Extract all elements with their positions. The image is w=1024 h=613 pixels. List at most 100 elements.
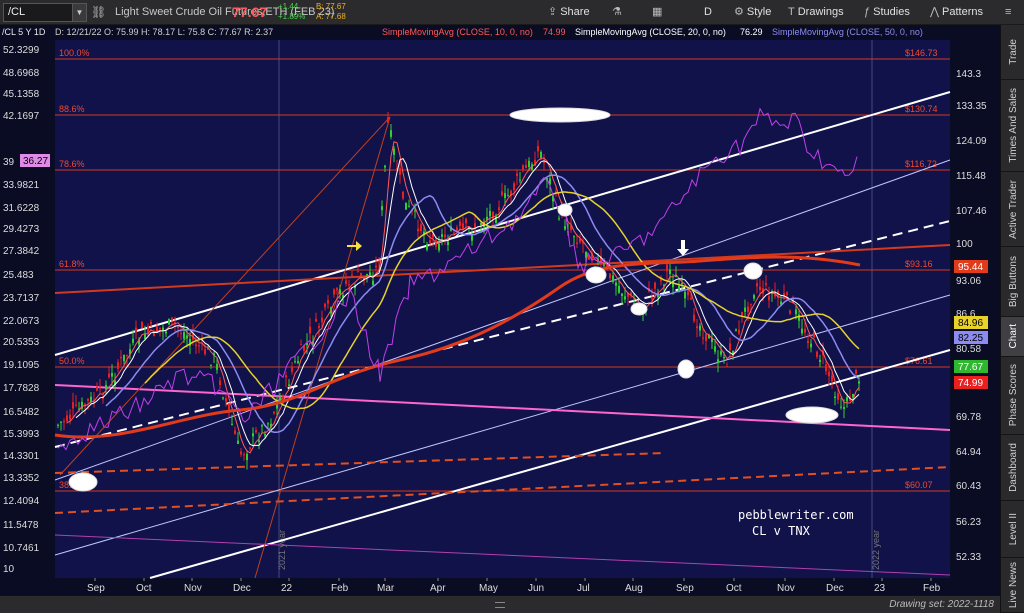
annotation-ellipse[interactable] (743, 262, 763, 280)
candle-body (282, 396, 284, 399)
candle-body (186, 335, 188, 339)
tab-times-and-sales[interactable]: Times And Sales (1001, 80, 1024, 172)
candle-body (501, 191, 503, 196)
candle-body (246, 453, 248, 461)
candle-body (168, 319, 170, 325)
left-axis-label: 27.3842 (3, 246, 40, 257)
candle-body (165, 331, 167, 334)
link-icon[interactable]: ⛓ (91, 4, 106, 20)
candle-body (384, 165, 386, 168)
x-axis-label: Feb (923, 583, 941, 594)
candle-body (243, 454, 245, 456)
right-axis-label: 93.06 (956, 276, 981, 287)
tab-active-trader[interactable]: Active Trader (1001, 172, 1024, 247)
watermark-caption: CL v TNX (752, 524, 811, 538)
candle-body (327, 300, 329, 304)
candle-body (348, 284, 350, 286)
patterns-icon: ⋀ (930, 6, 940, 18)
tab-phase-scores[interactable]: Phase Scores (1001, 357, 1024, 435)
candle-body (654, 282, 656, 289)
candle-body (339, 289, 341, 294)
annotation-ellipse[interactable] (785, 406, 839, 424)
symbol-input[interactable]: /CL ▼ (3, 3, 87, 22)
candle-body (810, 343, 812, 348)
annotation-ellipse[interactable] (630, 302, 648, 316)
x-axis-label: Apr (430, 583, 446, 594)
candle-body (696, 326, 698, 329)
period-button[interactable]: D (704, 4, 712, 21)
candle-body (528, 160, 530, 168)
candle-body (66, 415, 68, 422)
candle-body (699, 325, 701, 331)
candle-body (474, 223, 476, 229)
candle-body (135, 327, 137, 333)
candle-body (681, 283, 683, 285)
candle-body (390, 130, 392, 137)
left-axis-label: 17.7828 (3, 383, 40, 394)
candle-body (150, 321, 152, 325)
candle-body (180, 333, 182, 335)
left-axis-label: 42.1697 (3, 111, 40, 122)
candle-body (765, 283, 767, 285)
candle-body (576, 242, 578, 244)
candle-body (123, 354, 125, 362)
plot-area[interactable] (55, 40, 950, 578)
flask-button[interactable]: ⚗ (612, 4, 625, 21)
resize-grip-icon[interactable] (495, 602, 505, 608)
studies-label: Studies (873, 6, 910, 18)
grid-button[interactable]: ▦ (652, 4, 665, 21)
candle-body (378, 260, 380, 263)
x-axis-label: Aug (625, 583, 643, 594)
candle-body (360, 272, 362, 276)
candle-body (222, 397, 224, 399)
candle-body (291, 366, 293, 372)
x-axis-label: Sep (676, 583, 694, 594)
patterns-button[interactable]: ⋀ Patterns (930, 4, 983, 21)
studies-button[interactable]: ƒ Studies (864, 4, 910, 21)
candle-body (744, 307, 746, 312)
right-axis-label: 52.33 (956, 552, 981, 563)
candle-body (177, 327, 179, 329)
last-price: 77.67 (232, 4, 268, 20)
tab-level-ii[interactable]: Level II (1001, 501, 1024, 558)
candle-body (507, 195, 509, 197)
candle-body (759, 286, 761, 291)
style-label: Style (746, 6, 772, 18)
annotation-ellipse[interactable] (509, 107, 611, 123)
candle-body (258, 440, 260, 443)
candle-body (375, 265, 377, 268)
candle-body (585, 251, 587, 258)
candle-body (345, 280, 347, 284)
annotation-ellipse[interactable] (557, 203, 573, 217)
candle-body (198, 345, 200, 347)
candle-body (540, 151, 542, 158)
tab-trade[interactable]: Trade (1001, 25, 1024, 80)
candle-body (516, 173, 518, 177)
style-button[interactable]: ⚙ Style (734, 4, 771, 21)
annotation-ellipse[interactable] (677, 359, 695, 379)
left-axis-label: 39 (3, 157, 15, 168)
price-tag-text: 74.99 (958, 378, 983, 389)
header-sma50-label: SimpleMovingAvg (CLOSE, 50, 0, no) (772, 27, 923, 37)
tab-dashboard[interactable]: Dashboard (1001, 435, 1024, 501)
candle-body (417, 228, 419, 232)
price-chart[interactable]: /CL 5 Y 1D D: 12/21/22 O: 75.99 H: 78.17 … (0, 25, 1000, 595)
candle-body (351, 274, 353, 276)
annotation-ellipse[interactable] (585, 266, 607, 284)
candle-body (57, 424, 59, 426)
tab-chart[interactable]: Chart (1001, 317, 1024, 357)
share-button[interactable]: ⇪ Share (548, 4, 590, 21)
candle-body (753, 295, 755, 299)
tab-live-news[interactable]: Live News (1001, 558, 1024, 613)
more-button[interactable]: ≡ (1005, 4, 1014, 21)
x-axis-label: Nov (184, 583, 202, 594)
fib-level-price: $130.74 (905, 104, 938, 114)
drawings-button[interactable]: T Drawings (788, 4, 844, 21)
chevron-down-icon[interactable]: ▼ (72, 4, 86, 21)
candle-body (723, 357, 725, 359)
annotation-ellipse[interactable] (68, 472, 98, 492)
candle-body (795, 309, 797, 315)
tab-big-buttons[interactable]: Big Buttons (1001, 247, 1024, 317)
left-axis-label: 14.3301 (3, 451, 40, 462)
candle-body (252, 433, 254, 437)
